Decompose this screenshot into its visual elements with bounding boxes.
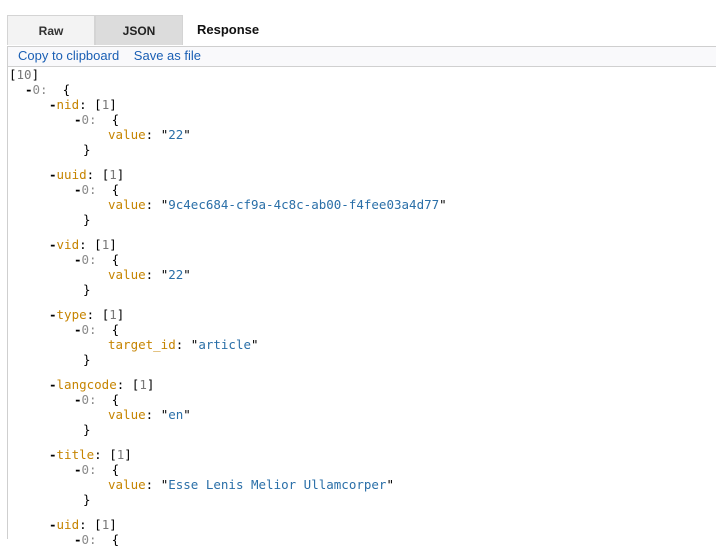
field-toggle[interactable]: - <box>49 167 57 182</box>
field-line: -langcode: [1] <box>49 377 155 392</box>
sub-index: 0: <box>81 112 97 127</box>
value-string: 22 <box>168 267 184 282</box>
value-key: target_id <box>108 337 176 352</box>
value-line: value: "22" <box>108 267 191 282</box>
sub-index-line: -0: { <box>74 462 120 477</box>
sub-toggle[interactable]: - <box>74 322 82 337</box>
value-key: value <box>108 197 146 212</box>
root-count: 10 <box>16 67 32 82</box>
value-string: 22 <box>168 127 184 142</box>
field-key: uid <box>56 517 80 532</box>
close-brace-line: } <box>83 142 91 157</box>
value-string: 9c4ec684-cf9a-4c8c-ab00-f4fee03a4d77 <box>168 197 440 212</box>
field-key: vid <box>56 237 80 252</box>
sub-index-line: -0: { <box>74 182 120 197</box>
item-0-line: -0: { <box>25 82 70 97</box>
value-key: value <box>108 267 146 282</box>
value-line: value: "Esse Lenis Melior Ullamcorper" <box>108 477 394 492</box>
field-count: 1 <box>116 447 125 462</box>
field-count: 1 <box>109 307 117 322</box>
field-count: 1 <box>101 237 110 252</box>
field-key: uuid <box>56 167 87 182</box>
save-as-file-link[interactable]: Save as file <box>134 48 201 63</box>
sub-toggle[interactable]: - <box>74 182 82 197</box>
sub-index-line: -0: { <box>74 392 120 407</box>
field-key: type <box>56 307 87 322</box>
field-key: title <box>56 447 95 462</box>
field-key: nid <box>56 97 80 112</box>
sub-toggle[interactable]: - <box>74 532 82 547</box>
sub-index-line: -0: { <box>74 532 120 547</box>
root-array-line: [10] <box>9 67 39 82</box>
value-key: value <box>108 477 146 492</box>
sub-index: 0: <box>81 252 97 267</box>
field-toggle[interactable]: - <box>49 237 57 252</box>
item-0-open-brace: { <box>62 82 71 97</box>
close-brace-line: } <box>83 282 91 297</box>
sub-index: 0: <box>81 182 97 197</box>
tab-json[interactable]: JSON <box>95 15 183 45</box>
field-line: -title: [1] <box>49 447 132 462</box>
field-toggle[interactable]: - <box>49 97 57 112</box>
viewer-toolbar: Copy to clipboard Save as file <box>8 47 716 67</box>
close-brace-line: } <box>83 492 91 507</box>
json-viewer-panel: Copy to clipboard Save as file [10] -0: … <box>7 46 716 547</box>
close-brace-line: } <box>83 352 91 367</box>
field-line: -vid: [1] <box>49 237 117 252</box>
field-count: 1 <box>101 97 110 112</box>
sub-index: 0: <box>81 322 97 337</box>
field-toggle[interactable]: - <box>49 307 57 322</box>
sub-toggle[interactable]: - <box>74 112 82 127</box>
field-count: 1 <box>101 517 110 532</box>
field-count: 1 <box>109 167 117 182</box>
field-key: langcode <box>56 377 117 392</box>
field-toggle[interactable]: - <box>49 447 57 462</box>
value-string: Esse Lenis Melior Ullamcorper <box>168 477 387 492</box>
item-0-toggle[interactable]: - <box>25 82 33 97</box>
sub-index-line: -0: { <box>74 112 120 127</box>
value-key: value <box>108 127 146 142</box>
sub-index: 0: <box>81 532 97 547</box>
sub-toggle[interactable]: - <box>74 252 82 267</box>
value-string: article <box>198 337 251 352</box>
sub-toggle[interactable]: - <box>74 462 82 477</box>
value-line: value: "22" <box>108 127 191 142</box>
copy-to-clipboard-link[interactable]: Copy to clipboard <box>18 48 119 63</box>
field-line: -type: [1] <box>49 307 125 322</box>
page-title: Response <box>197 22 260 37</box>
value-line: value: "9c4ec684-cf9a-4c8c-ab00-f4fee03a… <box>108 197 447 212</box>
item-0-index: 0: <box>32 82 48 97</box>
sub-index-line: -0: { <box>74 322 120 337</box>
sub-index-line: -0: { <box>74 252 120 267</box>
sub-toggle[interactable]: - <box>74 392 82 407</box>
value-line: value: "en" <box>108 407 191 422</box>
sub-index: 0: <box>81 462 97 477</box>
field-line: -nid: [1] <box>49 97 117 112</box>
value-key: value <box>108 407 146 422</box>
value-line: target_id: "article" <box>108 337 259 352</box>
tab-bar: Raw JSON Response <box>0 0 716 46</box>
sub-index: 0: <box>81 392 97 407</box>
field-count: 1 <box>139 377 147 392</box>
field-toggle[interactable]: - <box>49 517 57 532</box>
field-toggle[interactable]: - <box>49 377 57 392</box>
json-tree: [10] -0: { -nid: [1] -0: {value: "22"} -uu… <box>8 67 716 547</box>
tab-raw[interactable]: Raw <box>7 15 95 45</box>
field-line: -uid: [1] <box>49 517 117 532</box>
root-close-bracket: ] <box>31 67 40 82</box>
value-string: en <box>168 407 184 422</box>
close-brace-line: } <box>83 212 91 227</box>
root-open-bracket: [ <box>9 67 17 82</box>
close-brace-line: } <box>83 422 91 437</box>
field-line: -uuid: [1] <box>49 167 125 182</box>
